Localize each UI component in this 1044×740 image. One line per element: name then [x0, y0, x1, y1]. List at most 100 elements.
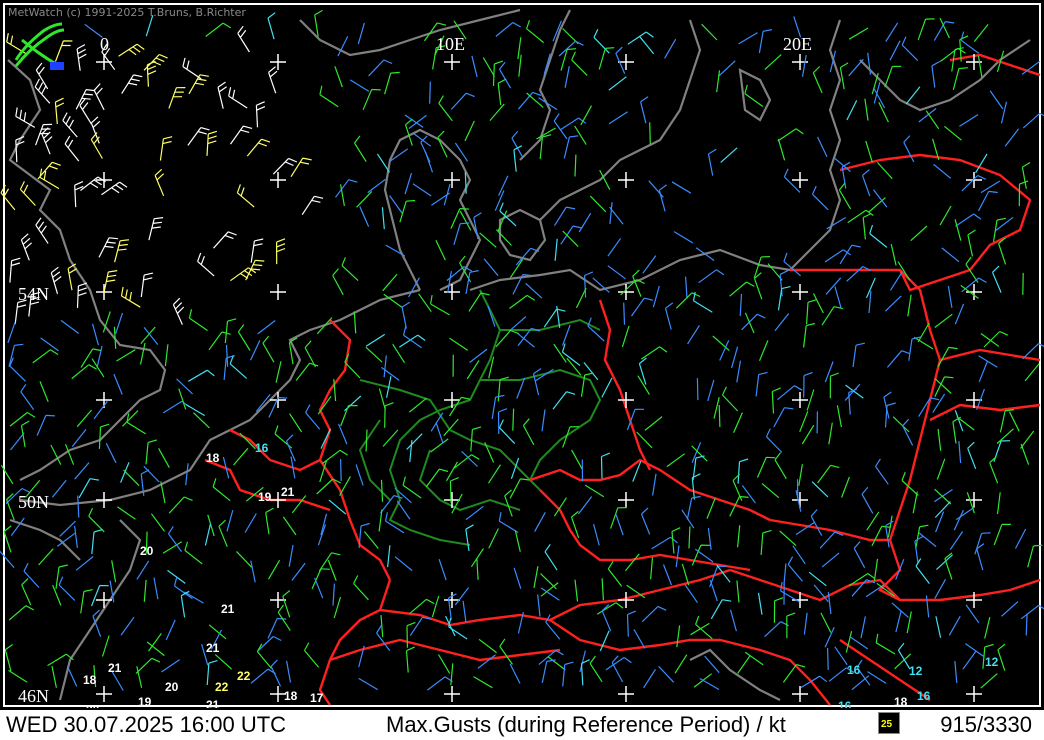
- wind-barb: [449, 337, 469, 351]
- graticule-cross: [618, 54, 634, 70]
- wind-barb: [430, 412, 444, 432]
- graticule-cross: [444, 172, 460, 188]
- wind-barb: [136, 560, 150, 580]
- wind-barb: [476, 557, 479, 580]
- border-de-at: [539, 489, 751, 572]
- wind-barb: [914, 535, 924, 563]
- wind-barb: [868, 291, 872, 314]
- wind-barb: [427, 676, 453, 691]
- wind-barb: [79, 98, 93, 125]
- wind-barb: [445, 461, 459, 482]
- wind-barb: [827, 647, 829, 670]
- wind-barb: [554, 238, 558, 261]
- wind-barb: [839, 62, 849, 90]
- wind-barb: [810, 509, 823, 536]
- wind-barb: [782, 664, 806, 683]
- wind-barb: [394, 556, 413, 572]
- wind-barb: [852, 342, 865, 368]
- gust-label: 18: [284, 689, 298, 703]
- wind-barb: [691, 473, 701, 500]
- wind-barb: [774, 313, 790, 332]
- wind-barb: [978, 361, 988, 383]
- wind-barb: [88, 507, 105, 533]
- wind-barb: [744, 84, 764, 107]
- wind-barb: [706, 497, 716, 519]
- wind-barb: [76, 409, 93, 428]
- wind-barb: [471, 55, 478, 78]
- wind-barb: [225, 344, 229, 367]
- wind-barb: [736, 580, 740, 603]
- wind-barb: [799, 411, 809, 433]
- legend-color-box[interactable]: 25: [878, 712, 900, 734]
- wind-barb: [600, 452, 611, 479]
- wind-barb: [184, 541, 203, 565]
- wind-barb: [289, 413, 303, 433]
- wind-barb: [74, 462, 90, 480]
- wind-barb: [1020, 430, 1035, 449]
- wind-barb: [159, 136, 173, 161]
- wind-barb: [574, 125, 587, 145]
- wind-barb: [915, 558, 930, 584]
- wind-barb: [340, 458, 342, 482]
- graticule-cross: [444, 686, 460, 702]
- wind-barb: [208, 331, 231, 351]
- wind-barb: [773, 407, 794, 428]
- wind-barb: [267, 12, 276, 40]
- wind-barb: [314, 9, 323, 37]
- wind-barb: [224, 318, 237, 344]
- wind-barb: [365, 346, 383, 363]
- wind-barb: [498, 61, 512, 89]
- wind-barb: [250, 560, 256, 583]
- wind-barb: [213, 231, 237, 249]
- wind-barb: [886, 350, 911, 368]
- wind-barb: [23, 562, 40, 588]
- wind-barb: [92, 323, 99, 346]
- wind-barb: [783, 252, 801, 277]
- wind-barb: [90, 584, 109, 607]
- wind-barb: [250, 668, 276, 684]
- wind-barb: [365, 333, 386, 347]
- wind-barb: [120, 462, 130, 483]
- wind-barb: [834, 286, 842, 308]
- wind-barb: [675, 545, 680, 568]
- wind-barb: [783, 563, 787, 586]
- wind-barb: [955, 506, 975, 521]
- wind-barb: [779, 530, 797, 547]
- wind-barb: [167, 525, 182, 552]
- wind-barb: [511, 130, 524, 158]
- wind-barb: [906, 611, 912, 634]
- wind-barb: [608, 76, 627, 91]
- wind-barb: [435, 240, 446, 261]
- wind-barb: [884, 402, 896, 428]
- wind-barb: [998, 237, 1007, 265]
- graticule-cross: [96, 172, 112, 188]
- wind-barb: [539, 134, 552, 159]
- wind-barb: [376, 625, 391, 651]
- wind-barb: [93, 401, 108, 420]
- wind-barb: [534, 512, 546, 532]
- wind-barb: [218, 519, 228, 547]
- wind-barb: [408, 114, 427, 130]
- wind-barb: [412, 183, 432, 197]
- wind-barb: [150, 513, 165, 532]
- wind-barb: [488, 528, 499, 549]
- wind-barb: [226, 510, 234, 532]
- wind-barb: [773, 597, 784, 623]
- wind-barb: [113, 326, 117, 349]
- wind-barb: [514, 530, 521, 552]
- wind-barb: [560, 225, 582, 245]
- wind-barb: [965, 604, 980, 624]
- gust-label: 12: [985, 655, 999, 669]
- wind-barb: [508, 316, 527, 332]
- wind-barb: [954, 219, 962, 241]
- wind-barb: [704, 655, 720, 674]
- graticule-cross: [270, 172, 286, 188]
- wind-barb: [644, 416, 663, 431]
- metwatch-logo-icon: [14, 22, 65, 70]
- wind-barb: [864, 98, 869, 121]
- lat-label-46n: 46N: [18, 686, 49, 706]
- wind-barb: [50, 266, 62, 294]
- weather-map[interactable]: [0, 0, 1044, 708]
- wind-barb: [959, 114, 979, 127]
- wind-barb: [607, 265, 626, 280]
